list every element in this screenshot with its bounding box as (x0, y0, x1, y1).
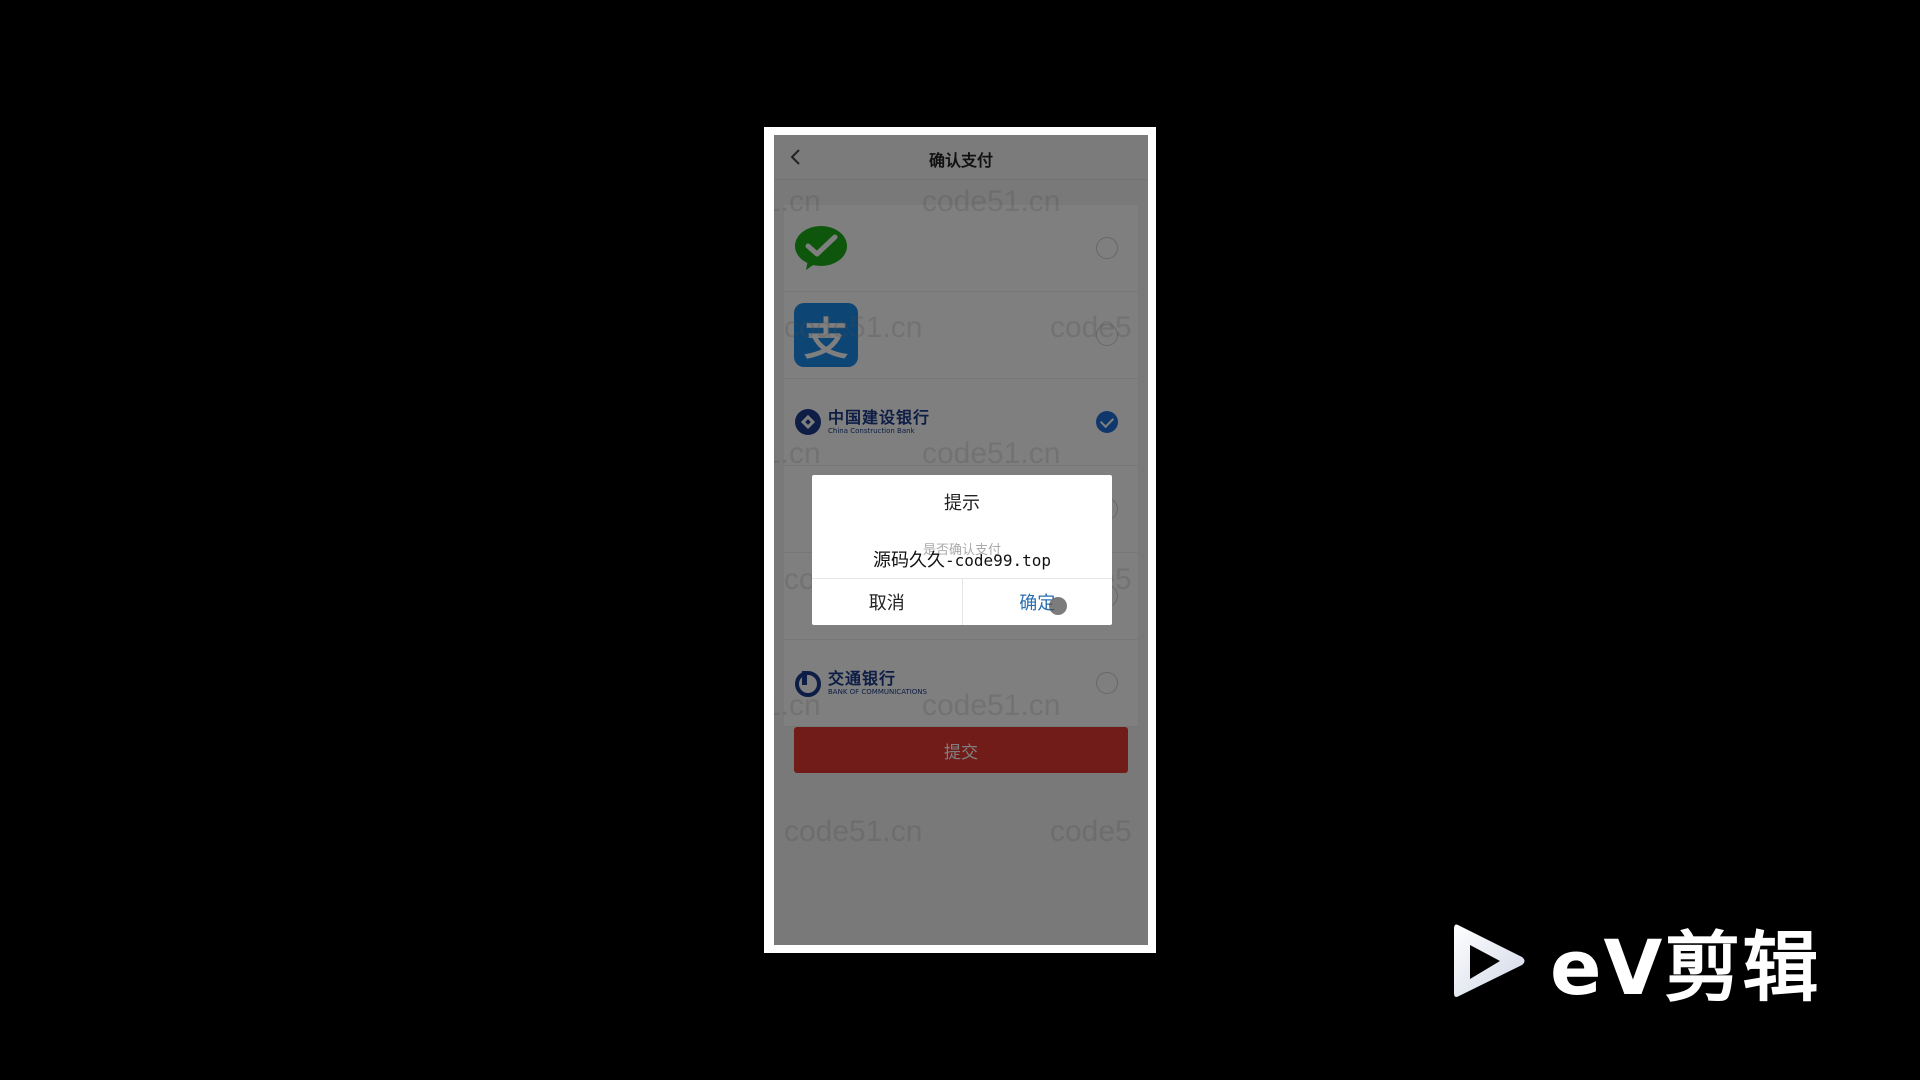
confirm-button[interactable]: 确定 (963, 579, 1113, 625)
cancel-button[interactable]: 取消 (812, 579, 963, 625)
touch-cursor-indicator (1048, 597, 1067, 615)
source-watermark-suffix: -code99.top (945, 551, 1051, 570)
video-frame: 确认支付 (0, 0, 1920, 1080)
ev-editor-logo: eV剪辑 (1450, 906, 1820, 1016)
source-watermark-text: 源码久久-code99.top (812, 546, 1112, 572)
ev-logo-text: eV剪辑 (1550, 923, 1821, 1012)
phone-screen: 确认支付 (774, 135, 1148, 945)
dialog-title: 提示 (944, 493, 980, 514)
play-triangle-icon (1454, 924, 1525, 997)
confirm-dialog: 提示 是否确认支付 源码久久-code99.top 取消 确定 (812, 475, 1112, 625)
dialog-button-row: 取消 确定 (812, 578, 1112, 625)
phone-frame: 确认支付 (764, 127, 1156, 953)
source-watermark-prefix: 源码久久 (873, 550, 946, 571)
